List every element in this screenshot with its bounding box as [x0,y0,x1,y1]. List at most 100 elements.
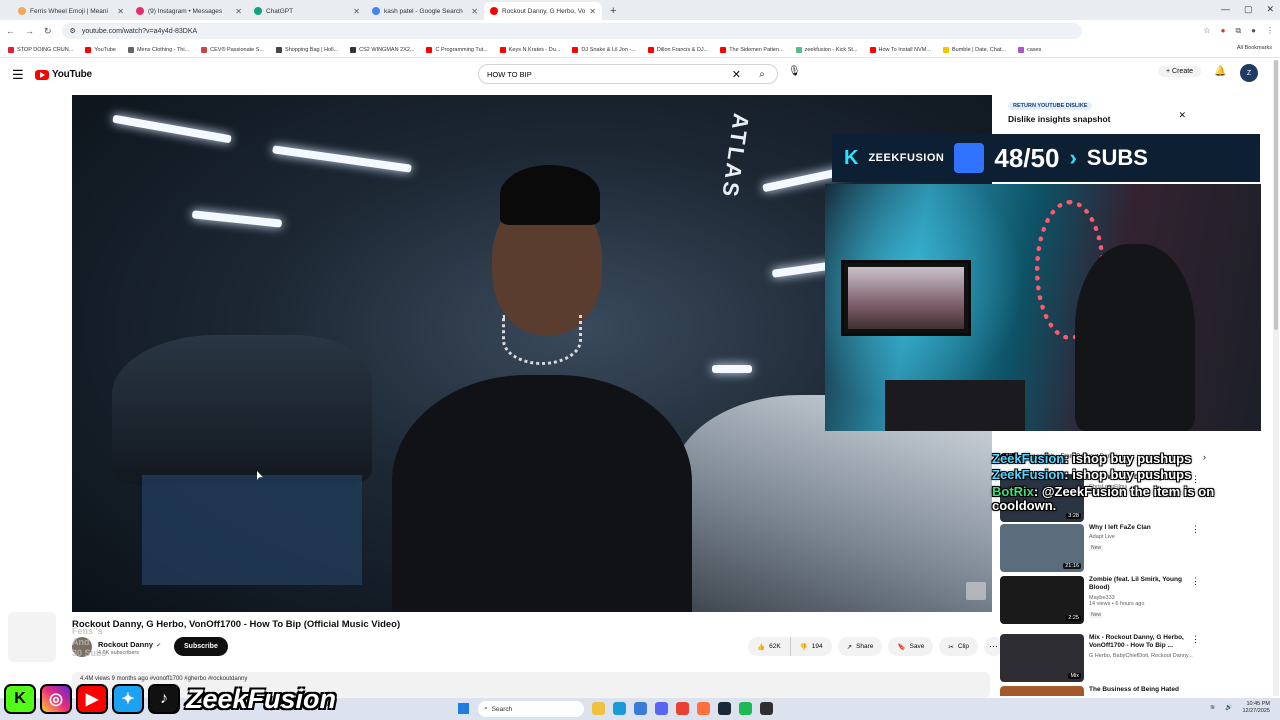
rec-title[interactable]: Why I left FaZe Clan [1089,524,1199,532]
mail-icon[interactable] [655,702,668,715]
tab-0[interactable]: Ferris Wheel Emoji | Meani ✕ [12,2,130,20]
search-icon[interactable]: ⌕ [747,65,777,83]
wifi-icon[interactable]: ≋ [1210,704,1215,711]
like-dislike-group: 👍 62K 👎 194 [748,637,832,656]
save-button[interactable]: 🔖 Save [888,637,934,656]
extensions-icon[interactable]: ⧉ [1235,26,1241,36]
taskbar-search[interactable]: ⌕ Search [478,701,584,717]
rec-item[interactable]: 21:16 Why I left FaZe Clan Adapt Live New ⋮ [1000,524,1206,572]
kebab-menu-icon[interactable]: ⋮ [1191,576,1200,587]
rec-channel: G Herbo, BabyChiefDoit, Rockout Danny... [1089,652,1193,659]
profile-icon[interactable]: ● [1251,26,1256,36]
bookmark-9[interactable]: Dillon Francis & DJ... [647,46,708,53]
bookmark-favicon [85,46,92,53]
subscribe-button[interactable]: Subscribe [174,637,228,656]
tab-2[interactable]: ChatGPT ✕ [248,2,366,20]
share-button[interactable]: ↗ Share [837,637,883,656]
youtube-logo[interactable]: YouTube [35,69,92,80]
rec-duration: 21:16 [1063,563,1081,569]
shield-icon[interactable]: ● [1221,26,1226,36]
search-input[interactable] [487,69,726,79]
chrome-icon[interactable] [676,702,689,715]
star-icon[interactable]: ☆ [1203,26,1210,36]
steam-icon[interactable] [718,702,731,715]
miniplayer-icon[interactable] [966,582,986,600]
bookmark-10[interactable]: The Sidemen Patien... [720,46,784,53]
volume-icon[interactable]: 🔊 [1225,704,1232,711]
bookmark-favicon [720,46,727,53]
rec-thumbnail[interactable]: 21:16 [1000,524,1084,572]
clear-search-icon[interactable]: ✕ [726,68,747,81]
store-icon[interactable] [634,702,647,715]
bookmark-11[interactable]: zeekfusion - Kick St... [795,46,858,53]
window-controls: — ▢ ✕ [1221,4,1274,15]
rec-thumbnail[interactable] [1000,686,1084,696]
maximize-icon[interactable]: ▢ [1244,4,1253,15]
instagram-icon: ◎ [40,684,72,714]
close-window-icon[interactable]: ✕ [1266,4,1274,15]
back-icon[interactable]: ← [6,26,15,36]
close-icon[interactable]: ✕ [1178,110,1186,121]
kebab-menu-icon[interactable]: ⋮ [1191,634,1200,645]
all-bookmarks[interactable]: All Bookmarks [1237,45,1272,51]
microphone-icon[interactable]: 🎙 [788,66,801,77]
spotify-icon[interactable] [739,702,752,715]
subs-count: 48/50 [994,142,1060,173]
overlay-brand: ZEEKFUSION [868,152,945,164]
rec-thumbnail[interactable]: Mix [1000,634,1084,682]
bookmark-12[interactable]: How To Install NVM... [869,46,931,53]
tab-favicon [372,7,380,15]
scrollbar-thumb[interactable] [1274,60,1278,330]
kebab-menu-icon[interactable]: ⋮ [1266,26,1274,36]
bookmark-2[interactable]: Mens Clothing - Thi... [127,46,189,53]
close-icon[interactable]: ✕ [353,7,360,16]
notifications-bell-icon[interactable]: 🔔 [1214,66,1226,77]
close-icon[interactable]: ✕ [589,7,596,16]
rec-item[interactable]: Mix Mix - Rockout Danny, G Herbo, VonOff… [1000,634,1206,682]
bookmark-14[interactable]: cases [1018,46,1041,53]
close-icon[interactable]: ✕ [471,7,478,16]
bookmark-13[interactable]: Bumble | Date, Chat... [942,46,1006,53]
bookmark-4[interactable]: Shopping Bag | Holl... [276,46,338,53]
dislike-button[interactable]: 👎 194 [791,637,832,656]
create-button[interactable]: + Create [1158,66,1202,77]
close-icon[interactable]: ✕ [117,7,124,16]
rec-thumbnail[interactable]: 2:25 [1000,576,1084,624]
rec-title[interactable]: Mix - Rockout Danny, G Herbo, VonOff1700… [1089,634,1199,651]
close-icon[interactable]: ✕ [235,7,242,16]
bookmark-5[interactable]: CS2 WINGMAN 2X2... [350,46,414,53]
rec-title[interactable]: Zombie (feat. Lil Smirk, Young Blood) [1089,576,1199,593]
bookmark-favicon [350,46,357,53]
hamburger-menu-icon[interactable]: ☰ [12,67,24,83]
file-explorer-icon[interactable] [592,702,605,715]
minimize-icon[interactable]: — [1221,4,1230,15]
tab-3[interactable]: kash patel - Google Search ✕ [366,2,484,20]
clock[interactable]: 10:45 PM 12/27/2025 [1242,701,1270,714]
url-field[interactable]: ⚙ youtube.com/watch?v=a4y4d-83DKA [61,23,1082,39]
site-info-icon[interactable]: ⚙ [70,27,76,35]
new-tab-button[interactable]: + [602,2,624,20]
bookmark-6[interactable]: C Programming Tut... [426,46,488,53]
scissors-icon: ✂ [948,643,954,651]
forward-icon[interactable]: → [25,26,34,36]
kebab-menu-icon[interactable]: ⋮ [1191,524,1200,535]
windows-start-icon[interactable] [458,703,469,714]
bookmark-1[interactable]: YouTube [85,46,116,53]
rec-title[interactable]: The Business of Being Hated [1089,686,1199,694]
avatar[interactable]: Z [1240,64,1258,82]
rec-item[interactable]: The Business of Being Hated [1000,686,1206,696]
tab-1[interactable]: (9) Instagram • Messages ✕ [130,2,248,20]
bookmark-7[interactable]: Keys N Krates - Du... [499,46,560,53]
bookmark-8[interactable]: DJ Snake & Lil Jon -... [572,46,636,53]
firefox-icon[interactable] [697,702,710,715]
clip-button[interactable]: ✂ Clip [939,637,979,656]
reload-icon[interactable]: ↻ [44,26,52,37]
page-scrollbar[interactable] [1273,60,1279,696]
obs-icon[interactable] [760,702,773,715]
rec-item[interactable]: 2:25 Zombie (feat. Lil Smirk, Young Bloo… [1000,576,1206,624]
bookmark-3[interactable]: CEV® Passionate S... [201,46,264,53]
tab-4-active[interactable]: Rockout Danny, G Herbo, VonO ✕ [484,2,602,20]
bookmark-0[interactable]: STOP DOING CRUN... [8,46,73,53]
edge-icon[interactable] [613,702,626,715]
like-button[interactable]: 👍 62K [748,637,791,656]
